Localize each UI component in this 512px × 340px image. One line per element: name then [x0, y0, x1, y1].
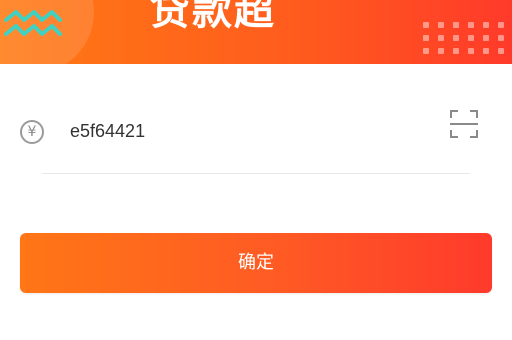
- scan-icon[interactable]: [450, 110, 478, 138]
- header-banner: 贷款超: [0, 0, 512, 64]
- banner-title: 贷款超: [150, 0, 276, 34]
- banner-dot-grid: [423, 22, 506, 54]
- divider: [42, 173, 470, 174]
- amount-input-row[interactable]: ¥ e5f64421: [0, 112, 512, 152]
- amount-input[interactable]: e5f64421: [70, 121, 145, 142]
- zigzag-icon: [4, 10, 62, 36]
- confirm-button[interactable]: 确定: [20, 233, 492, 293]
- yen-circle-icon: ¥: [20, 120, 44, 144]
